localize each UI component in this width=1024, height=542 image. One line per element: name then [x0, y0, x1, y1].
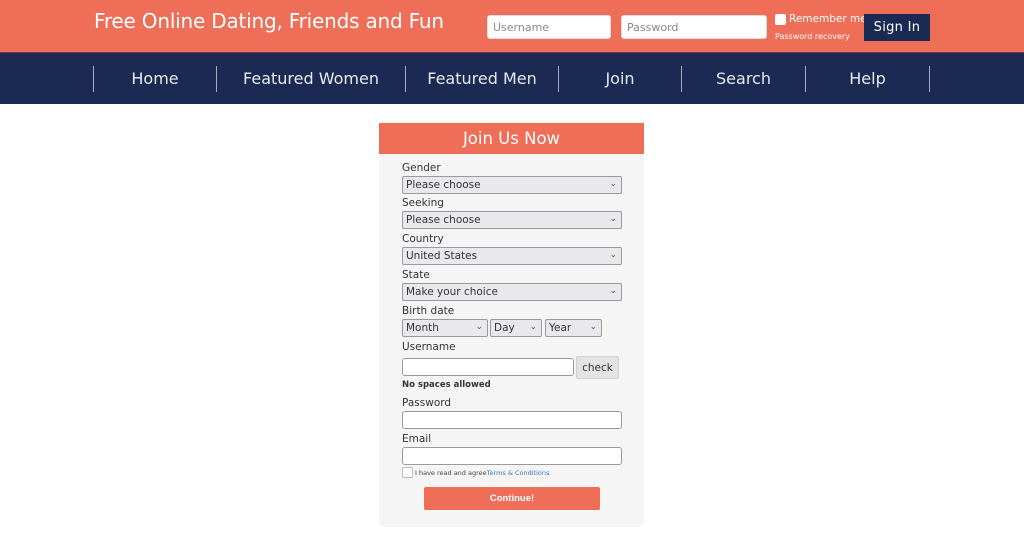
country-select[interactable]: United States ⌄ [402, 247, 622, 265]
state-label: State [402, 269, 430, 281]
login-password-input[interactable] [621, 15, 767, 39]
email-input[interactable] [402, 447, 622, 465]
join-form-title: Join Us Now [379, 123, 644, 154]
chevron-down-icon: ⌄ [609, 286, 617, 296]
nav-item-featured-women[interactable]: Featured Women [217, 53, 405, 104]
nav-divider [929, 66, 930, 92]
birth-day-select[interactable]: Day ⌄ [490, 319, 542, 337]
join-form: Join Us Now Gender Please choose ⌄ Seeki… [379, 123, 644, 527]
birth-year-select[interactable]: Year ⌄ [545, 319, 602, 337]
main-nav: Home Featured Women Featured Men Join Se… [0, 52, 1024, 104]
username-label: Username [402, 341, 456, 353]
chevron-down-icon: ⌄ [609, 250, 617, 260]
birth-day-value: Day [494, 322, 515, 334]
nav-item-help[interactable]: Help [806, 53, 929, 104]
check-username-button[interactable]: check [576, 356, 619, 379]
chevron-down-icon: ⌄ [475, 322, 483, 332]
terms-agreement: I have read and agree Terms & Conditions [402, 467, 549, 478]
chevron-down-icon: ⌄ [609, 214, 617, 224]
nav-item-search[interactable]: Search [682, 53, 805, 104]
sign-in-button[interactable]: Sign In [864, 14, 930, 41]
chevron-down-icon: ⌄ [529, 322, 537, 332]
nav-item-join[interactable]: Join [559, 53, 681, 104]
nav-item-featured-men[interactable]: Featured Men [406, 53, 558, 104]
top-bar: Free Online Dating, Friends and Fun Reme… [0, 0, 1024, 52]
chevron-down-icon: ⌄ [589, 322, 597, 332]
birth-month-select[interactable]: Month ⌄ [402, 319, 488, 337]
country-select-value: United States [406, 250, 478, 262]
birth-date-label: Birth date [402, 305, 455, 317]
seeking-select-value: Please choose [406, 214, 481, 226]
site-title: Free Online Dating, Friends and Fun [94, 9, 444, 33]
birth-month-value: Month [406, 322, 439, 334]
terms-link[interactable]: Terms & Conditions [487, 469, 550, 477]
remember-me-label: Remember me [789, 13, 867, 25]
username-hint: No spaces allowed [402, 380, 491, 390]
login-username-input[interactable] [487, 15, 611, 39]
continue-button[interactable]: Continue! [424, 487, 600, 510]
password-input[interactable] [402, 411, 622, 429]
state-select[interactable]: Make your choice ⌄ [402, 283, 622, 301]
nav-item-home[interactable]: Home [94, 53, 216, 104]
state-select-value: Make your choice [406, 286, 498, 298]
seeking-select[interactable]: Please choose ⌄ [402, 211, 622, 229]
password-label: Password [402, 397, 452, 409]
username-input[interactable] [402, 358, 574, 376]
remember-me-checkbox[interactable] [775, 13, 786, 25]
country-label: Country [402, 233, 444, 245]
seeking-label: Seeking [402, 197, 444, 209]
email-label: Email [402, 433, 432, 445]
password-recovery-link[interactable]: Password recovery [775, 32, 850, 41]
remember-me[interactable]: Remember me [775, 13, 867, 25]
gender-select-value: Please choose [406, 179, 481, 191]
birth-year-value: Year [549, 322, 572, 334]
chevron-down-icon: ⌄ [609, 179, 617, 189]
gender-select[interactable]: Please choose ⌄ [402, 176, 622, 194]
terms-text: I have read and agree [415, 468, 487, 477]
gender-label: Gender [402, 162, 441, 174]
terms-checkbox[interactable] [402, 467, 413, 478]
